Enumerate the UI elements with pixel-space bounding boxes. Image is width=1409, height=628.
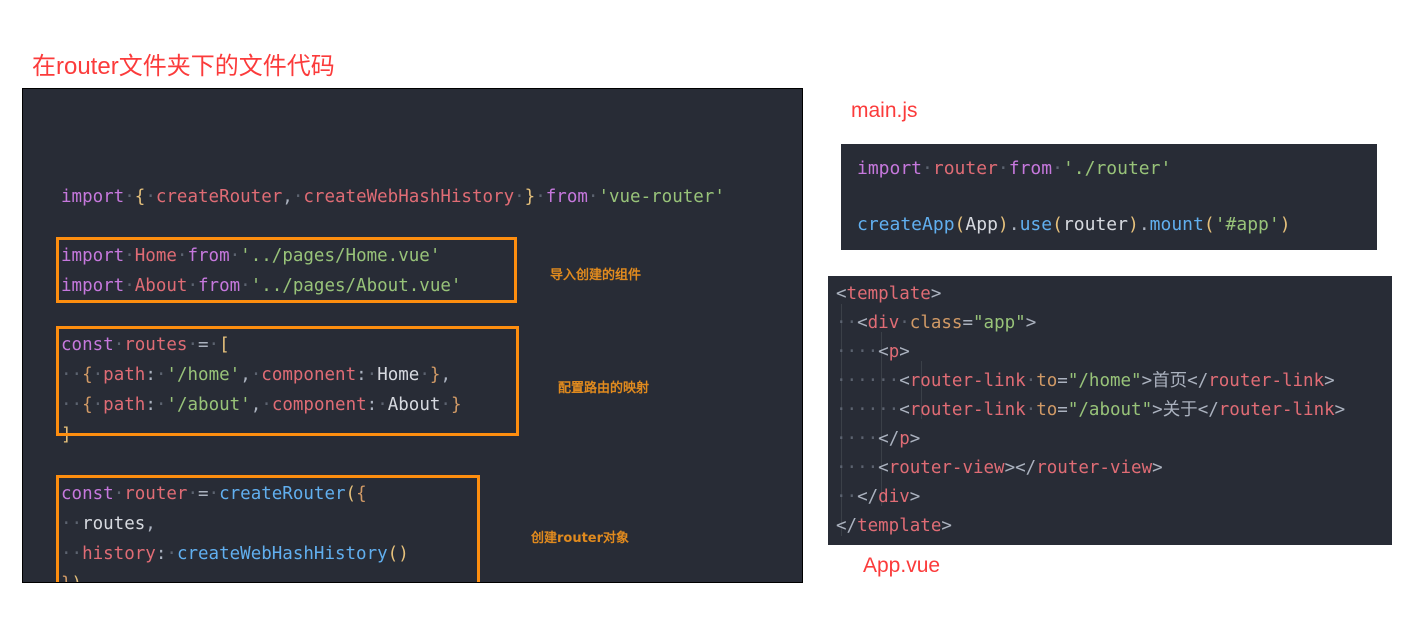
code-line-div-app: ··<div·class="app"> [836,313,1037,333]
code-line-p-open: ····<p> [836,342,910,362]
annotation-routes: 配置路由的映射 [558,381,650,396]
code-line-router-view: ····<router-view></router-view> [836,458,1163,478]
code-line-history: ··history:·createWebHashHistory() [61,544,409,564]
label-main-js: main.js [851,99,918,122]
code-line-create-app: createApp(App).use(router).mount('#app') [857,214,1291,235]
code-line-router-link-home: ······<router-link·to="/home">首页</router… [836,371,1335,391]
code-line-const-router: const·router·=·createRouter({ [61,484,367,504]
code-panel-router-index[interactable]: import·{·createRouter,·createWebHashHist… [22,88,803,583]
code-line-route-about: ··{·path:·'/about',·component:·About·} [61,395,462,415]
code-line-const-routes: const·routes·=·[ [61,335,230,355]
code-line-template-open: <template> [836,284,942,304]
code-line-import-about: import·About·from·'../pages/About.vue' [61,276,462,296]
label-app-vue: App.vue [863,554,941,577]
code-line-import-vue-router: import·{·createRouter,·createWebHashHist… [61,187,725,207]
annotation-create-router: 创建router对象 [531,531,630,546]
code-panel-main-js[interactable]: import·router·from·'./router' createApp(… [841,144,1377,250]
code-line-router-link-about: ······<router-link·to="/about">关于</route… [836,400,1346,420]
code-line-import-home: import·Home·from·'../pages/Home.vue' [61,246,441,266]
code-line-div-close: ··</div> [836,487,921,507]
code-line-p-close: ····</p> [836,429,921,449]
page-title-router-folder: 在router文件夹下的文件代码 [32,53,335,80]
code-line-routes-close: ] [61,425,72,445]
code-line-route-home: ··{·path:·'/home',·component:·Home·}, [61,365,451,385]
code-line-router-close: }) [61,575,82,582]
code-panel-app-vue[interactable]: <template> ··<div·class="app"> ····<p> ·… [828,276,1392,545]
annotation-imports: 导入创建的组件 [550,268,642,283]
code-line-template-close: </template> [836,516,952,536]
code-line-routes-shorthand: ··routes, [61,514,156,534]
code-line-import-router: import·router·from·'./router' [857,158,1172,179]
